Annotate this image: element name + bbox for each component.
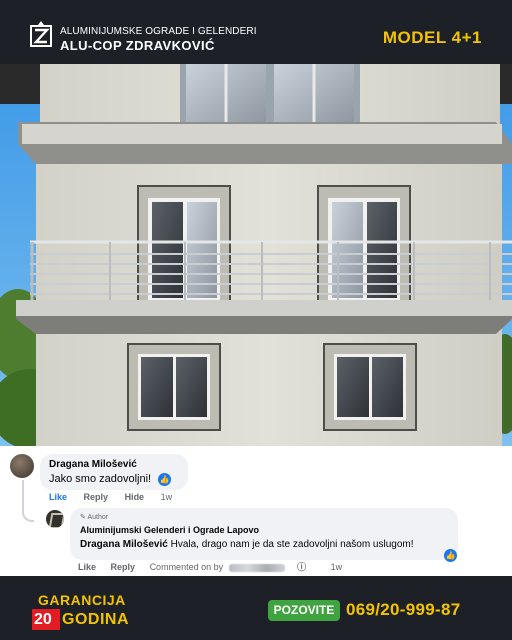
reply-link[interactable]: Reply [111,562,136,572]
house-photo [0,64,512,446]
reply-thread-line [22,480,34,522]
info-icon[interactable]: ⓘ [297,562,306,572]
blurred-name [229,563,286,572]
avatar[interactable] [10,454,34,478]
like-icon: 👍 [444,549,457,562]
reply-link[interactable]: Reply [84,492,109,502]
house-facade-illustration [0,64,512,446]
comment-author[interactable]: Dragana Milošević [49,459,137,470]
top-banner: ALUMINIJUMSKE OGRADE I GELENDERI ALU-COP… [0,0,512,64]
comment-text: Jako smo zadovoljni! [49,473,152,485]
reply-body: Hvala, drago nam je da ste zadovoljni na… [167,539,414,550]
company-name: ALU-COP ZDRAVKOVIĆ [60,38,215,53]
reply-text: Dragana Milošević Hvala, drago nam je da… [80,539,414,550]
reply-author[interactable]: Aluminijumski Gelenderi i Ograde Lapovo [80,525,259,535]
like-link[interactable]: Like [49,492,67,502]
call-button[interactable]: POZOVITE [268,600,340,621]
mention[interactable]: Dragana Milošević [80,539,168,550]
company-subtitle: ALUMINIJUMSKE OGRADE I GELENDERI [60,26,257,37]
bottom-banner: GARANCIJA 20 GODINA POZOVITE 069/20-999-… [0,576,512,640]
facebook-comments: Dragana Milošević Jako smo zadovoljni! 👍… [0,446,512,576]
balcony-slab [16,300,512,316]
page-avatar[interactable] [46,510,64,528]
comment-actions: Like Reply Hide 1w [49,492,186,502]
reply-timestamp[interactable]: 1w [331,562,343,572]
phone-number[interactable]: 069/20-999-87 [346,600,461,620]
commented-on-by: Commented on by [149,562,224,572]
guarantee-years-label: GODINA [62,611,129,628]
z-logo-icon [30,21,52,47]
like-link[interactable]: Like [78,562,96,572]
author-badge-label: Author [87,514,109,521]
model-label: MODEL 4+1 [382,28,482,47]
author-badge: ✎ Author [80,514,109,521]
guarantee-label: GARANCIJA [38,592,126,608]
reply-actions: Like Reply Commented on by ⓘ 1w [78,560,354,573]
comment-timestamp[interactable]: 1w [161,492,173,502]
hide-link[interactable]: Hide [125,492,145,502]
like-icon: 👍 [158,473,171,486]
years-number: 20 [34,611,52,628]
